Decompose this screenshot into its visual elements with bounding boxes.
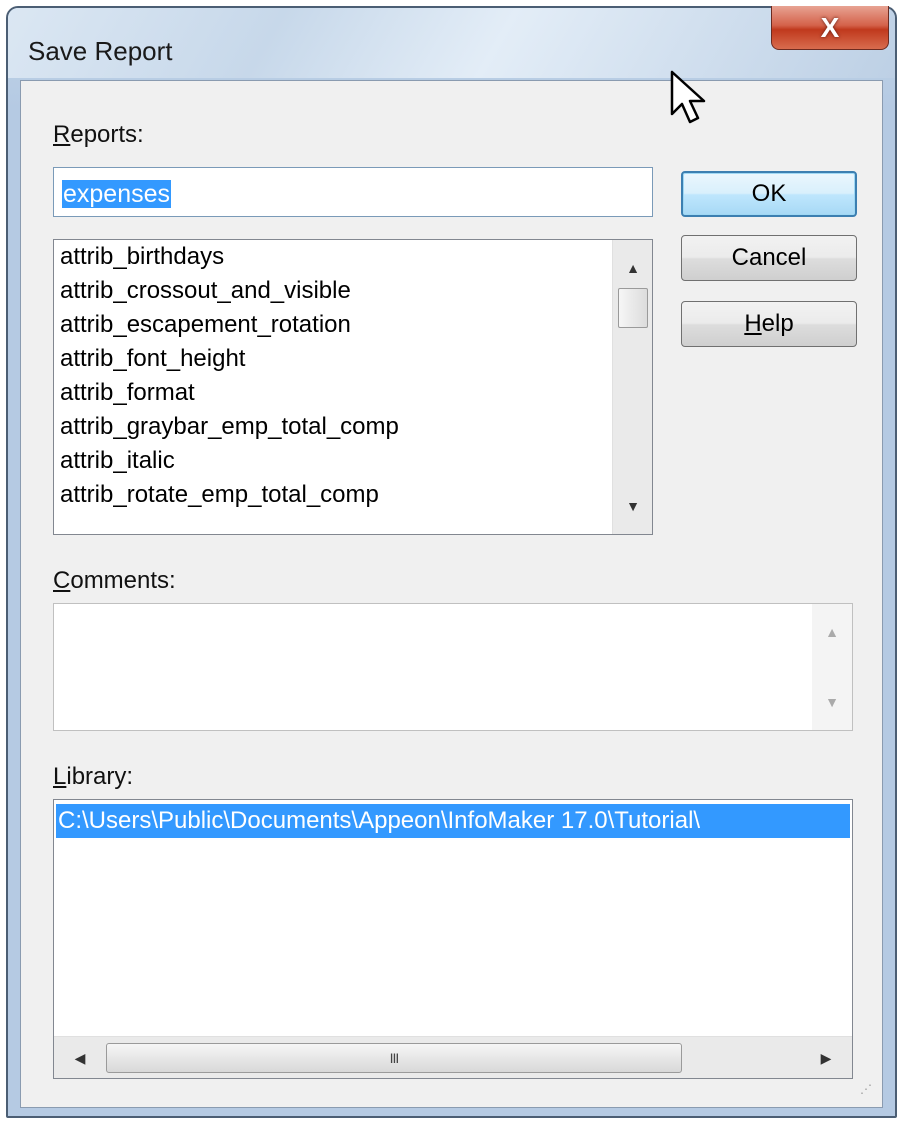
report-list-item[interactable]: attrib_rotate_emp_total_comp xyxy=(54,478,652,512)
comments-textarea[interactable]: ▲ ▼ xyxy=(53,603,853,731)
reports-vertical-scrollbar[interactable]: ▲ ▼ xyxy=(612,240,652,534)
scroll-up-icon[interactable]: ▲ xyxy=(812,614,852,650)
scroll-thumb[interactable] xyxy=(618,288,648,328)
comments-label: Comments: xyxy=(53,567,176,594)
dialog-title: Save Report xyxy=(28,36,173,66)
size-grip-icon[interactable]: ⋰ xyxy=(860,1083,876,1101)
report-list-item[interactable]: attrib_font_height xyxy=(54,342,652,376)
report-list-item[interactable]: attrib_format xyxy=(54,376,652,410)
comments-vertical-scrollbar[interactable]: ▲ ▼ xyxy=(812,604,852,730)
library-horizontal-scrollbar[interactable]: ◀ III ▶ xyxy=(54,1036,852,1078)
library-label: Library: xyxy=(53,763,134,790)
dialog-client-area: Reports: expenses attrib_birthdays attrib… xyxy=(20,80,883,1108)
scroll-right-icon[interactable]: ▶ xyxy=(806,1037,846,1078)
report-list-item[interactable]: attrib_crossout_and_visible xyxy=(54,274,652,308)
report-list-item[interactable]: attrib_graybar_emp_total_comp xyxy=(54,410,652,444)
report-name-input[interactable]: expenses xyxy=(53,167,653,217)
library-selected-item[interactable]: C:\Users\Public\Documents\Appeon\InfoMak… xyxy=(56,804,850,838)
scroll-thumb[interactable]: III xyxy=(106,1043,682,1073)
reports-listbox[interactable]: attrib_birthdays attrib_crossout_and_visi… xyxy=(53,239,653,535)
cancel-button[interactable]: Cancel xyxy=(681,235,857,281)
scroll-down-icon[interactable]: ▼ xyxy=(812,684,852,720)
scroll-down-icon[interactable]: ▼ xyxy=(613,488,652,524)
ok-button[interactable]: OK xyxy=(681,171,857,217)
mouse-pointer-icon xyxy=(670,70,706,124)
report-name-value: expenses xyxy=(62,180,172,208)
scroll-up-icon[interactable]: ▲ xyxy=(613,250,652,286)
help-button[interactable]: Help xyxy=(681,301,857,347)
save-report-dialog: Save Report X Reports: expenses attrib_b… xyxy=(6,6,897,1118)
report-list-item[interactable]: attrib_escapement_rotation xyxy=(54,308,652,342)
reports-label: Reports: xyxy=(53,121,144,148)
report-list-item[interactable]: attrib_birthdays xyxy=(54,240,652,274)
title-bar[interactable]: Save Report X xyxy=(8,6,895,78)
close-icon: X xyxy=(820,11,840,43)
close-button[interactable]: X xyxy=(771,6,889,50)
library-listbox[interactable]: C:\Users\Public\Documents\Appeon\InfoMak… xyxy=(53,799,853,1079)
grip-icon: III xyxy=(389,1050,400,1066)
report-list-item[interactable]: attrib_italic xyxy=(54,444,652,478)
scroll-left-icon[interactable]: ◀ xyxy=(60,1037,100,1078)
